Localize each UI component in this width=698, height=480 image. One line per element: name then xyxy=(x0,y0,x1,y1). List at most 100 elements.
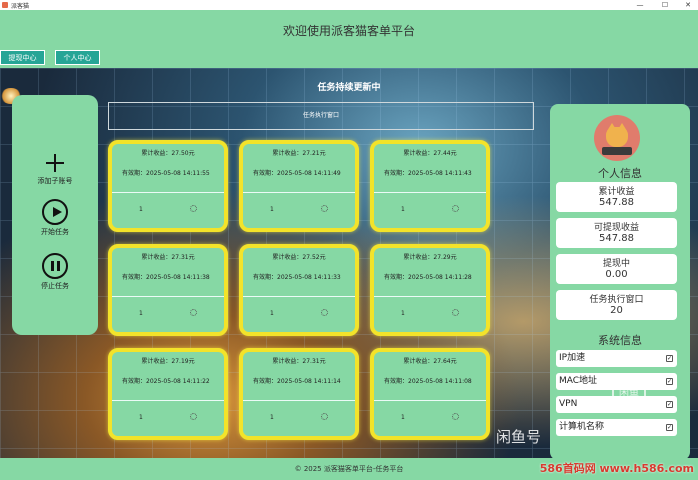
app-icon xyxy=(2,2,8,8)
profile-heading: 个人信息 xyxy=(598,167,642,180)
loading-icon xyxy=(190,413,197,420)
task-card[interactable]: 累计收益：27.31元 有效期：2025-05-08 14:11:14 1 xyxy=(239,348,359,440)
stat-value: 547.88 xyxy=(599,197,634,208)
stat-value: 547.88 xyxy=(599,233,634,244)
add-subaccount-button[interactable]: 添加子账号 xyxy=(12,150,98,186)
plus-icon xyxy=(46,154,64,172)
start-task-label: 开始任务 xyxy=(41,228,69,236)
task-earnings: 累计收益：27.31元 xyxy=(272,358,326,365)
checkbox[interactable]: ✓ xyxy=(666,355,673,362)
task-validity: 有效期：2025-05-08 14:11:08 xyxy=(384,378,472,385)
sys-item-label: MAC地址 xyxy=(559,376,598,386)
watermark-xianyu: 闲鱼号 xyxy=(496,428,542,446)
task-card[interactable]: 累计收益：27.29元 有效期：2025-05-08 14:11:28 1 xyxy=(370,244,490,336)
divider xyxy=(112,400,224,401)
loading-icon xyxy=(452,205,459,212)
stop-task-label: 停止任务 xyxy=(41,282,69,290)
window-title: 派客猫 xyxy=(11,2,30,10)
footer-text: © 2025 派客猫客单平台-任务平台 xyxy=(294,465,404,473)
sys-item-label: VPN xyxy=(559,399,578,409)
task-card[interactable]: 累计收益：27.50元 有效期：2025-05-08 14:11:55 1 xyxy=(108,140,228,232)
divider xyxy=(112,296,224,297)
stat-label: 可提现收益 xyxy=(593,223,639,233)
task-count: 1 xyxy=(270,310,274,317)
task-earnings: 累计收益：27.21元 xyxy=(272,150,326,157)
stat-withdrawing: 提现中 0.00 xyxy=(556,254,677,284)
task-validity: 有效期：2025-05-08 14:11:33 xyxy=(253,274,341,281)
stat-value: 20 xyxy=(610,305,623,316)
system-heading: 系统信息 xyxy=(598,334,642,347)
task-count: 1 xyxy=(139,206,143,213)
maximize-button[interactable]: ☐ xyxy=(655,0,675,10)
task-validity: 有效期：2025-05-08 14:11:38 xyxy=(122,274,210,281)
close-button[interactable]: ✕ xyxy=(678,0,698,10)
task-card[interactable]: 累计收益：27.31元 有效期：2025-05-08 14:11:38 1 xyxy=(108,244,228,336)
task-earnings: 累计收益：27.52元 xyxy=(272,254,326,261)
task-validity: 有效期：2025-05-08 14:11:55 xyxy=(122,170,210,177)
task-earnings: 累计收益：27.19元 xyxy=(141,358,195,365)
task-count: 1 xyxy=(401,414,405,421)
task-earnings: 累计收益：27.50元 xyxy=(141,150,195,157)
checkbox[interactable]: ✓ xyxy=(666,424,673,431)
exec-window-frame: 任务执行窗口 xyxy=(108,102,534,130)
pause-icon xyxy=(42,253,68,279)
loading-icon xyxy=(321,413,328,420)
stat-label: 提现中 xyxy=(602,259,630,269)
sys-item-computer-name[interactable]: 计算机名称 ✓ xyxy=(556,419,677,436)
add-subaccount-label: 添加子账号 xyxy=(37,177,73,185)
stat-value: 0.00 xyxy=(605,269,628,280)
task-validity: 有效期：2025-05-08 14:11:49 xyxy=(253,170,341,177)
task-card[interactable]: 累计收益：27.19元 有效期：2025-05-08 14:11:22 1 xyxy=(108,348,228,440)
page-title: 欢迎使用派客猫客单平台 xyxy=(282,24,415,38)
stat-total-earnings: 累计收益 547.88 xyxy=(556,182,677,212)
divider xyxy=(243,192,355,193)
loading-icon xyxy=(190,205,197,212)
sys-item-label: 计算机名称 xyxy=(559,422,605,432)
task-card[interactable]: 累计收益：27.64元 有效期：2025-05-08 14:11:08 1 xyxy=(370,348,490,440)
task-validity: 有效期：2025-05-08 14:11:28 xyxy=(384,274,472,281)
task-count: 1 xyxy=(270,414,274,421)
start-task-button[interactable]: 开始任务 xyxy=(12,199,98,237)
loading-icon xyxy=(321,309,328,316)
stat-label: 累计收益 xyxy=(598,187,635,197)
task-card[interactable]: 累计收益：27.44元 有效期：2025-05-08 14:11:43 1 xyxy=(370,140,490,232)
watermark-logo: 闲鱼 xyxy=(612,383,646,405)
checkbox[interactable]: ✓ xyxy=(666,401,673,408)
task-count: 1 xyxy=(139,310,143,317)
stat-label: 任务执行窗口 xyxy=(589,295,644,305)
tab-personal-center[interactable]: 个人中心 xyxy=(55,50,100,65)
task-validity: 有效期：2025-05-08 14:11:22 xyxy=(122,378,210,385)
sys-item-ip-accel[interactable]: IP加速 ✓ xyxy=(556,350,677,367)
minimize-button[interactable]: — xyxy=(630,0,650,10)
stat-exec-windows: 任务执行窗口 20 xyxy=(556,290,677,320)
loading-icon xyxy=(452,309,459,316)
loading-icon xyxy=(321,205,328,212)
sys-item-label: IP加速 xyxy=(559,353,586,363)
main-area: 任务持续更新中 任务执行窗口 添加子账号 开始任务 停止任务 累计收益：27.5… xyxy=(0,68,698,458)
stop-task-button[interactable]: 停止任务 xyxy=(12,253,98,291)
task-count: 1 xyxy=(401,206,405,213)
header: 欢迎使用派客猫客单平台 提现中心 个人中心 xyxy=(0,10,698,68)
divider xyxy=(112,192,224,193)
exec-window-label: 任务执行窗口 xyxy=(302,112,339,119)
divider xyxy=(243,296,355,297)
task-earnings: 累计收益：27.29元 xyxy=(403,254,457,261)
divider xyxy=(374,192,486,193)
title-bar: 派客猫 — ☐ ✕ xyxy=(0,0,698,10)
stat-withdrawable: 可提现收益 547.88 xyxy=(556,218,677,248)
banner-title: 任务持续更新中 xyxy=(317,83,381,93)
checkbox[interactable]: ✓ xyxy=(666,378,673,385)
left-action-panel: 添加子账号 开始任务 停止任务 xyxy=(12,95,98,335)
task-card[interactable]: 累计收益：27.52元 有效期：2025-05-08 14:11:33 1 xyxy=(239,244,359,336)
task-count: 1 xyxy=(401,310,405,317)
task-earnings: 累计收益：27.31元 xyxy=(141,254,195,261)
loading-icon xyxy=(190,309,197,316)
avatar xyxy=(594,115,640,161)
task-validity: 有效期：2025-05-08 14:11:14 xyxy=(253,378,341,385)
tab-withdraw-center[interactable]: 提现中心 xyxy=(0,50,45,65)
task-card[interactable]: 累计收益：27.21元 有效期：2025-05-08 14:11:49 1 xyxy=(239,140,359,232)
task-validity: 有效期：2025-05-08 14:11:43 xyxy=(384,170,472,177)
task-earnings: 累计收益：27.44元 xyxy=(403,150,457,157)
task-count: 1 xyxy=(139,414,143,421)
watermark-site: 586首码网 www.h586.com xyxy=(539,462,694,475)
